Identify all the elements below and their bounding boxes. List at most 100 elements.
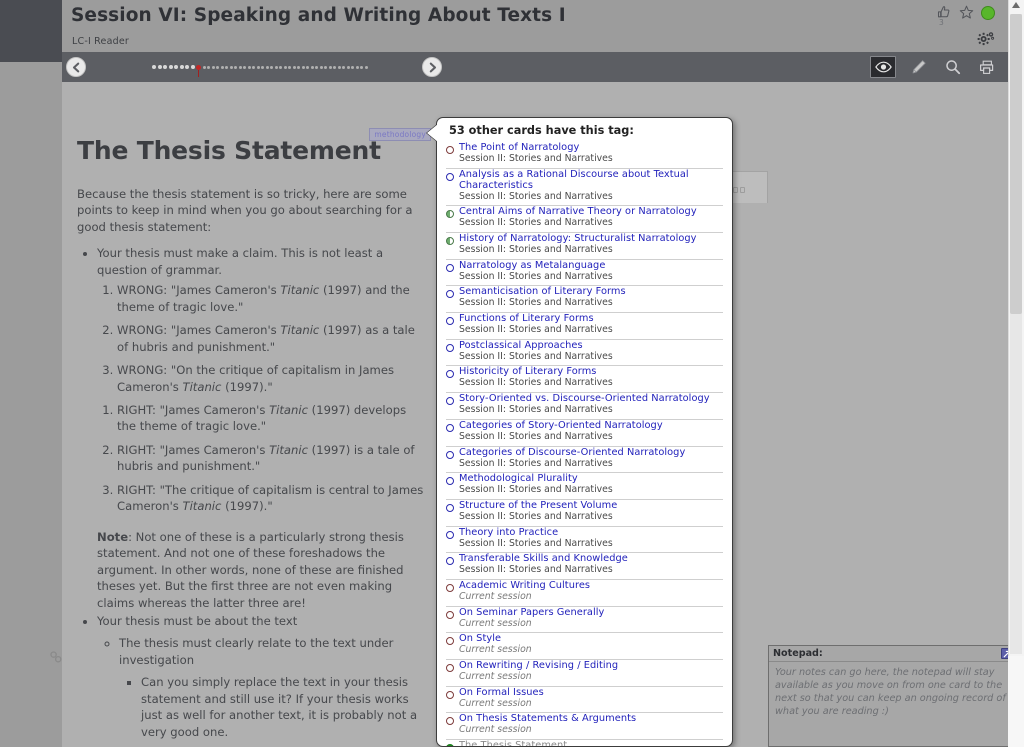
read-state-icon <box>446 146 454 154</box>
list-item[interactable]: Narratology as MetalanguageSession II: S… <box>446 259 723 286</box>
page-dot[interactable] <box>221 66 224 69</box>
page-dot[interactable] <box>191 65 195 69</box>
page-dot[interactable] <box>212 66 215 69</box>
page-dot[interactable] <box>306 66 309 69</box>
list-item[interactable]: Semanticisation of Literary FormsSession… <box>446 285 723 312</box>
list-item[interactable]: Academic Writing CulturesCurrent session <box>446 579 723 606</box>
list-item[interactable]: The Point of NarratologySession II: Stor… <box>446 142 723 168</box>
list-item[interactable]: Transferable Skills and KnowledgeSession… <box>446 552 723 579</box>
tag-card-subtitle: Session II: Stories and Narratives <box>459 154 723 165</box>
tag-badge-methodology[interactable]: methodology <box>369 128 431 141</box>
page-dot[interactable] <box>315 66 318 69</box>
page-dot[interactable] <box>288 66 291 69</box>
list-item[interactable]: On Thesis Statements & ArgumentsCurrent … <box>446 712 723 739</box>
page-dot[interactable] <box>216 66 219 69</box>
attachment-button[interactable] <box>49 649 63 663</box>
page-dot[interactable] <box>293 66 296 69</box>
favorite-button[interactable] <box>959 5 974 20</box>
read-state-icon <box>446 637 454 645</box>
page-dot[interactable] <box>356 66 359 69</box>
page-dot[interactable] <box>239 66 242 69</box>
list-item[interactable]: On Seminar Papers GenerallyCurrent sessi… <box>446 606 723 633</box>
page-dot[interactable] <box>279 66 282 69</box>
page-dot[interactable] <box>329 66 332 69</box>
tag-card-title[interactable]: Categories of Discourse-Oriented Narrato… <box>459 448 685 459</box>
page-dot[interactable] <box>347 66 350 69</box>
list-item[interactable]: Story-Oriented vs. Discourse-Oriented Na… <box>446 392 723 419</box>
search-button[interactable] <box>942 57 964 77</box>
page-dots[interactable] <box>152 52 412 82</box>
view-mode-button[interactable] <box>870 56 896 78</box>
page-dot[interactable] <box>230 66 233 69</box>
next-card-button[interactable] <box>422 57 442 77</box>
tag-card-title[interactable]: The Thesis Statement <box>459 741 567 747</box>
print-button[interactable] <box>976 57 998 77</box>
list-item[interactable]: Theory into PracticeSession II: Stories … <box>446 526 723 553</box>
page-dot[interactable] <box>351 66 354 69</box>
scroll-up-icon[interactable] <box>1012 2 1020 8</box>
page-dot[interactable] <box>275 66 278 69</box>
scrollbar-thumb[interactable] <box>1010 14 1022 314</box>
page-dot[interactable] <box>320 66 323 69</box>
tag-card-title[interactable]: On Seminar Papers Generally <box>459 608 604 619</box>
page-dot[interactable] <box>203 66 206 69</box>
page-dot[interactable] <box>270 66 273 69</box>
tag-card-title[interactable]: Analysis as a Rational Discourse about T… <box>459 170 723 192</box>
page-dot[interactable] <box>311 66 314 69</box>
page-dot[interactable] <box>248 66 251 69</box>
page-dot[interactable] <box>180 65 184 69</box>
notepad-text[interactable]: Your notes can go here, the notepad will… <box>769 662 1015 722</box>
list-item[interactable]: The Thesis StatementCurrent session <box>446 739 723 747</box>
tag-cards-list: The Point of NarratologySession II: Stor… <box>437 142 732 747</box>
list-item[interactable]: On StyleCurrent session <box>446 632 723 659</box>
page-dot[interactable] <box>196 65 201 70</box>
header-actions: 3 <box>937 5 995 20</box>
page-dot[interactable] <box>360 66 363 69</box>
page-dot[interactable] <box>169 65 173 69</box>
settings-button[interactable] <box>977 30 995 46</box>
annotate-button[interactable] <box>908 57 930 77</box>
notepad-panel[interactable]: Notepad: Your notes can go here, the not… <box>768 645 1016 747</box>
list-item[interactable]: Central Aims of Narrative Theory or Narr… <box>446 205 723 232</box>
page-dot[interactable] <box>152 65 156 69</box>
page-dot[interactable] <box>163 65 167 69</box>
list-item[interactable]: Historicity of Literary FormsSession II:… <box>446 365 723 392</box>
previous-card-button[interactable] <box>66 57 86 77</box>
page-dot[interactable] <box>261 66 264 69</box>
page-dot[interactable] <box>342 66 345 69</box>
page-dot[interactable] <box>333 66 336 69</box>
page-dot[interactable] <box>234 66 237 69</box>
tag-card-title[interactable]: On Formal Issues <box>459 688 544 699</box>
list-item[interactable]: Postclassical ApproachesSession II: Stor… <box>446 339 723 366</box>
page-dot[interactable] <box>338 66 341 69</box>
list-item[interactable]: Analysis as a Rational Discourse about T… <box>446 168 723 206</box>
tag-card-title[interactable]: Theory into Practice <box>459 528 558 539</box>
page-dot[interactable] <box>284 66 287 69</box>
page-dot[interactable] <box>185 65 189 69</box>
star-icon <box>959 5 974 20</box>
like-button[interactable]: 3 <box>937 5 952 20</box>
list-item[interactable]: Methodological PluralitySession II: Stor… <box>446 472 723 499</box>
page-dot[interactable] <box>266 66 269 69</box>
page-dot[interactable] <box>225 66 228 69</box>
page-dot[interactable] <box>302 66 305 69</box>
list-item[interactable]: On Formal IssuesCurrent session <box>446 686 723 713</box>
page-dot[interactable] <box>243 66 246 69</box>
page-dot[interactable] <box>252 66 255 69</box>
status-indicator[interactable] <box>981 5 995 20</box>
tag-card-title[interactable]: Narratology as Metalanguage <box>459 261 605 272</box>
list-item[interactable]: Structure of the Present VolumeSession I… <box>446 499 723 526</box>
list-item[interactable]: Categories of Story-Oriented Narratology… <box>446 419 723 446</box>
page-dot[interactable] <box>324 66 327 69</box>
list-item[interactable]: Categories of Discourse-Oriented Narrato… <box>446 446 723 473</box>
page-dot[interactable] <box>174 65 178 69</box>
list-item[interactable]: Functions of Literary FormsSession II: S… <box>446 312 723 339</box>
page-dot[interactable] <box>207 66 210 69</box>
card-bullet-list: Your thesis must make a claim. This is n… <box>77 245 428 747</box>
page-dot[interactable] <box>257 66 260 69</box>
page-dot[interactable] <box>297 66 300 69</box>
list-item[interactable]: On Rewriting / Revising / EditingCurrent… <box>446 659 723 686</box>
list-item[interactable]: History of Narratology: Structuralist Na… <box>446 232 723 259</box>
page-dot[interactable] <box>365 66 368 69</box>
page-dot[interactable] <box>158 65 162 69</box>
